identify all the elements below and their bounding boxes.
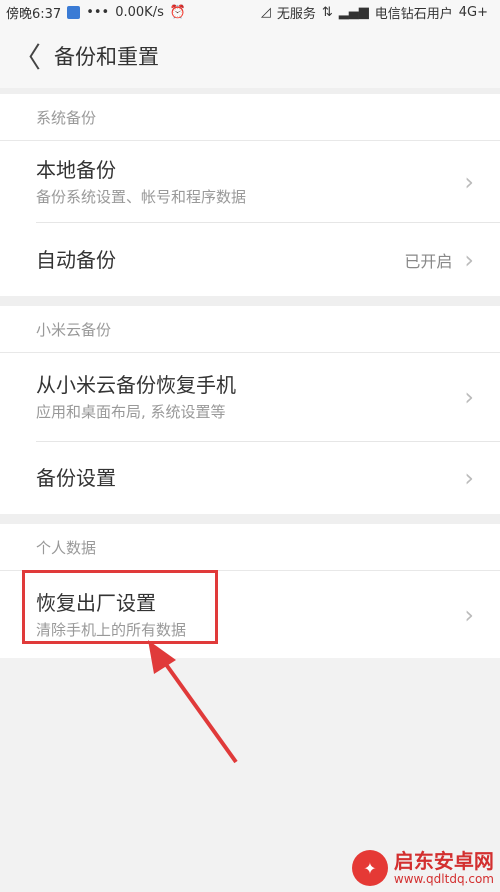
signal-icon: ▂▄▆ [338, 4, 369, 20]
local-backup-row[interactable]: 本地备份 备份系统设置、帐号和程序数据 › [0, 141, 500, 222]
section-header-mi-cloud: 小米云备份 [0, 306, 500, 352]
chevron-right-icon: › [464, 600, 474, 629]
no-service-label: 无服务 [276, 6, 316, 22]
no-signal-icon: ◿ [260, 4, 271, 20]
page-title: 备份和重置 [54, 45, 159, 69]
chevron-right-icon: › [464, 245, 474, 274]
backup-settings-title: 备份设置 [36, 466, 116, 490]
network-type: 4G+ [458, 4, 488, 20]
network-speed: 0.00K/s [115, 4, 164, 20]
section-header-personal-data: 个人数据 [0, 524, 500, 570]
watermark-logo-icon: ✦ [351, 850, 388, 886]
auto-backup-status: 已开启 [404, 251, 453, 271]
data-transfer-icon: ⇅ [321, 4, 333, 20]
carrier-label: 电信钻石用户 [374, 6, 453, 22]
auto-backup-row[interactable]: 自动备份 已开启 › [0, 223, 500, 296]
restore-from-cloud-title: 从小米云备份恢复手机 [36, 373, 236, 397]
restore-from-cloud-row[interactable]: 从小米云备份恢复手机 应用和桌面布局, 系统设置等 › [0, 353, 500, 441]
local-backup-subtitle: 备份系统设置、帐号和程序数据 [36, 187, 247, 206]
more-notifications-icon: ••• [86, 4, 110, 20]
chevron-right-icon: › [464, 464, 474, 492]
back-arrow-icon: 〈 [12, 41, 41, 74]
chevron-right-icon: › [464, 383, 474, 411]
section-header-system-backup: 系统备份 [0, 94, 500, 140]
status-bar: 傍晚6:37 ••• 0.00K/s ⏰ ◿ 无服务 ⇅ ▂▄▆ 电信钻石用户 … [0, 0, 500, 24]
highlight-box [22, 570, 218, 644]
auto-backup-title: 自动备份 [36, 247, 116, 272]
back-button[interactable]: 〈 [0, 24, 54, 88]
toolbar: 〈 备份和重置 [0, 24, 500, 88]
app-notification-icon [67, 5, 81, 19]
status-time: 傍晚6:37 [6, 6, 62, 22]
local-backup-title: 本地备份 [36, 157, 116, 182]
watermark-name: 启东安卓网 [393, 849, 494, 873]
alarm-icon: ⏰ [169, 4, 187, 20]
section-gap [0, 296, 500, 306]
backup-settings-row[interactable]: 备份设置 › [0, 442, 500, 514]
section-gap [0, 514, 500, 524]
watermark-url: www.qdltdq.com [393, 872, 494, 886]
restore-from-cloud-subtitle: 应用和桌面布局, 系统设置等 [36, 403, 226, 421]
watermark: ✦ 启东安卓网 www.qdltdq.com [351, 849, 494, 886]
chevron-right-icon: › [464, 167, 474, 196]
